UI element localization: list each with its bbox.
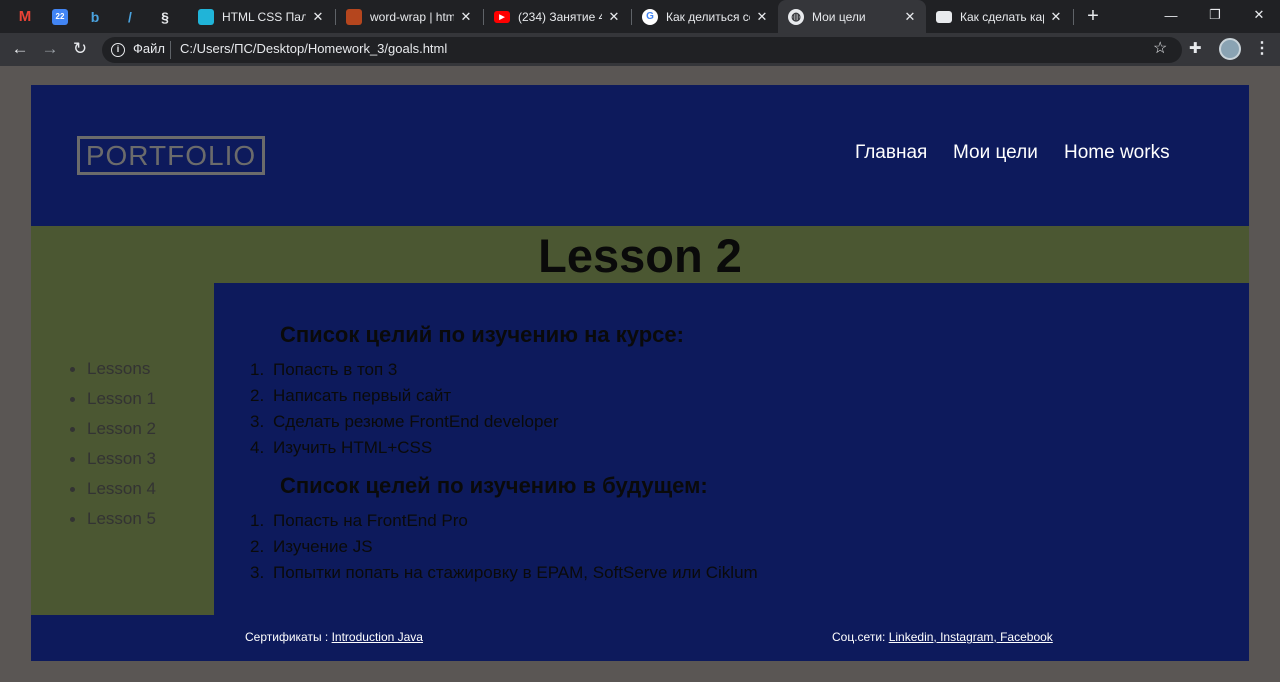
goal-item: Написать первый сайт bbox=[273, 386, 452, 405]
site-footer bbox=[31, 615, 1249, 661]
goal-item: Сделать резюме FrontEnd developer bbox=[273, 412, 559, 431]
certificates-block: Сертификаты : Introduction Java bbox=[245, 630, 423, 644]
info-icon[interactable]: i bbox=[111, 43, 125, 57]
calendar-icon: 22 bbox=[52, 8, 68, 25]
star-icon[interactable]: ☆ bbox=[1153, 38, 1167, 58]
globe-icon: ◍ bbox=[788, 8, 804, 25]
new-tab-button[interactable]: + bbox=[1082, 4, 1104, 28]
sidebar-item-lesson-3[interactable]: Lesson 3 bbox=[87, 449, 156, 469]
tab-html-css[interactable]: HTML CSS Палит ✕ bbox=[188, 0, 334, 33]
pinned-tab-bookmark[interactable]: b bbox=[78, 0, 112, 33]
bookmark-app-icon: b bbox=[90, 8, 100, 25]
tab-title: Как сделать карт bbox=[960, 9, 1044, 24]
list-number: 3. bbox=[250, 412, 265, 431]
tab-divider bbox=[1073, 9, 1074, 25]
list-bullet bbox=[70, 517, 75, 522]
section-heading-future-goals: Список целей по изучению в будущем: bbox=[280, 473, 708, 498]
social-label: Соц.сети: bbox=[832, 630, 886, 644]
list-bullet bbox=[70, 487, 75, 492]
sidebar-item-lesson-5[interactable]: Lesson 5 bbox=[87, 509, 156, 529]
goal-item: Попасть на FrontEnd Pro bbox=[273, 511, 468, 530]
restore-button[interactable]: ❐ bbox=[1192, 0, 1238, 30]
pinned-tab-calendar[interactable]: 22 bbox=[43, 0, 77, 33]
list-number: 1. bbox=[250, 360, 265, 379]
close-tab-icon[interactable]: ✕ bbox=[902, 9, 918, 25]
minimize-button[interactable]: — bbox=[1148, 0, 1194, 30]
tab-google[interactable]: G Как делиться ссы ✕ bbox=[632, 0, 778, 33]
tab-word-wrap[interactable]: word-wrap | html ✕ bbox=[336, 0, 482, 33]
close-tab-icon[interactable]: ✕ bbox=[606, 9, 622, 25]
tab-how-to[interactable]: Как сделать карт ✕ bbox=[926, 0, 1072, 33]
url-text[interactable]: C:/Users/ПС/Desktop/Homework_3/goals.htm… bbox=[180, 41, 447, 56]
goal-item: Изучить HTML+CSS bbox=[273, 438, 433, 457]
reload-icon[interactable]: ↻ bbox=[67, 36, 93, 62]
code-app-icon: § bbox=[161, 8, 169, 25]
google-icon: G bbox=[642, 8, 658, 25]
tab-title: HTML CSS Палит bbox=[222, 9, 306, 24]
pinned-tab-app[interactable]: / bbox=[113, 0, 147, 33]
tab-title: (234) Занятие 4. bbox=[518, 9, 602, 24]
sidebar-item-lessons[interactable]: Lessons bbox=[87, 359, 150, 379]
sidebar-item-lesson-4[interactable]: Lesson 4 bbox=[87, 479, 156, 499]
list-bullet bbox=[70, 457, 75, 462]
list-bullet bbox=[70, 427, 75, 432]
nav-link-goals[interactable]: Мои цели bbox=[953, 142, 1038, 164]
chat-icon bbox=[936, 10, 952, 23]
profile-avatar[interactable] bbox=[1219, 38, 1241, 60]
section-heading-course-goals: Список целий по изучению на курсе: bbox=[280, 322, 684, 347]
back-arrow-icon[interactable]: ← bbox=[7, 36, 33, 62]
close-tab-icon[interactable]: ✕ bbox=[310, 9, 326, 25]
address-divider bbox=[170, 41, 171, 59]
certificates-label: Сертификаты : bbox=[245, 630, 329, 644]
nav-link-home[interactable]: Главная bbox=[855, 142, 927, 164]
list-number: 4. bbox=[250, 438, 265, 457]
goal-item: Изучение JS bbox=[273, 537, 373, 556]
goal-item: Попытки попать на стажировку в EPAM, Sof… bbox=[273, 563, 758, 582]
social-links[interactable]: Linkedin, Instagram, Facebook bbox=[889, 630, 1053, 644]
list-number: 2. bbox=[250, 537, 265, 556]
list-number: 2. bbox=[250, 386, 265, 405]
close-window-button[interactable]: ✕ bbox=[1236, 0, 1280, 30]
list-number: 3. bbox=[250, 563, 265, 582]
sidebar-item-lesson-2[interactable]: Lesson 2 bbox=[87, 419, 156, 439]
goal-item: Попасть в топ 3 bbox=[273, 360, 398, 379]
portfolio-logo[interactable]: PORTFOLIO bbox=[77, 136, 265, 175]
tab-title: word-wrap | html bbox=[370, 9, 454, 24]
tab-youtube[interactable]: ▶ (234) Занятие 4. ✕ bbox=[484, 0, 630, 33]
more-menu-icon[interactable]: ⋮ bbox=[1254, 38, 1270, 58]
slash-app-icon: / bbox=[128, 8, 132, 25]
close-tab-icon[interactable]: ✕ bbox=[458, 9, 474, 25]
youtube-icon: ▶ bbox=[494, 10, 510, 23]
list-bullet bbox=[70, 367, 75, 372]
close-tab-icon[interactable]: ✕ bbox=[1048, 9, 1064, 25]
tab-favicon-icon bbox=[198, 8, 214, 25]
gmail-icon: M bbox=[18, 8, 32, 25]
tab-title: Мои цели bbox=[812, 9, 866, 24]
pinned-tab-github[interactable]: § bbox=[148, 0, 182, 33]
certificate-link[interactable]: Introduction Java bbox=[332, 630, 423, 644]
extensions-icon[interactable]: ✚ bbox=[1189, 39, 1202, 57]
close-tab-icon[interactable]: ✕ bbox=[754, 9, 770, 25]
forward-arrow-icon[interactable]: → bbox=[37, 36, 63, 62]
list-number: 1. bbox=[250, 511, 265, 530]
tab-goals-active[interactable]: ◍ Мои цели ✕ bbox=[778, 0, 926, 33]
scheme-label: Файл bbox=[133, 41, 165, 56]
sidebar-item-lesson-1[interactable]: Lesson 1 bbox=[87, 389, 156, 409]
list-bullet bbox=[70, 397, 75, 402]
nav-link-homeworks[interactable]: Home works bbox=[1064, 142, 1170, 164]
page-title: Lesson 2 bbox=[538, 229, 742, 282]
pinned-tab-gmail[interactable]: M bbox=[8, 0, 42, 33]
tab-title: Как делиться ссы bbox=[666, 9, 750, 24]
social-block: Соц.сети: Linkedin, Instagram, Facebook bbox=[832, 630, 1053, 644]
tab-favicon-icon bbox=[346, 8, 362, 25]
